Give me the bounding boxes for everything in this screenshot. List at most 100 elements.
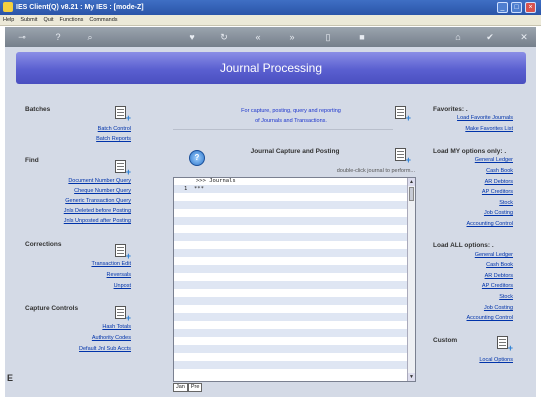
grid-scrollbar[interactable]: ▲ ▼ xyxy=(407,178,415,381)
close-window-button[interactable]: × xyxy=(525,2,536,13)
back-icon[interactable]: « xyxy=(251,31,265,43)
table-row[interactable] xyxy=(174,297,415,305)
table-row[interactable] xyxy=(174,193,415,201)
menu-bar: Help Submit Quit Functions Commands xyxy=(0,15,541,26)
table-row[interactable]: 1 *** xyxy=(174,185,415,193)
table-row[interactable] xyxy=(174,321,415,329)
link-document-number-query[interactable]: Document Number Query xyxy=(68,178,131,184)
link-all-stock[interactable]: Stock xyxy=(499,294,513,300)
info-journal-icon[interactable]: + xyxy=(393,105,411,123)
table-row[interactable] xyxy=(174,329,415,337)
table-row[interactable] xyxy=(174,345,415,353)
table-row[interactable] xyxy=(174,233,415,241)
tab-jan[interactable]: Jan xyxy=(173,383,188,392)
table-row[interactable] xyxy=(174,217,415,225)
refresh-icon[interactable]: ↻ xyxy=(217,31,231,43)
scroll-down-icon[interactable]: ▼ xyxy=(408,373,415,381)
link-hash-totals[interactable]: Hash Totals xyxy=(102,324,131,330)
link-my-general-ledger[interactable]: General Ledger xyxy=(475,157,513,163)
heart-icon[interactable]: ♥ xyxy=(185,31,199,43)
tab-pre[interactable]: Pre xyxy=(187,383,203,392)
link-make-favorites-list[interactable]: Make Favorites List xyxy=(465,126,513,132)
scroll-up-icon[interactable]: ▲ xyxy=(408,178,415,186)
batches-journal-icon[interactable]: + xyxy=(113,105,131,123)
capture-journal-icon[interactable]: + xyxy=(393,147,411,165)
home-icon[interactable]: ⌂ xyxy=(451,31,465,43)
table-row[interactable] xyxy=(174,305,415,313)
capture-hint: double-click journal to perform... xyxy=(336,168,415,174)
find-journal-icon[interactable]: + xyxy=(113,159,131,177)
check-icon[interactable]: ✔ xyxy=(483,31,497,43)
maximize-button[interactable]: □ xyxy=(511,2,522,13)
search-icon[interactable]: ⌕ xyxy=(83,31,97,43)
custom-journal-icon[interactable]: + xyxy=(495,335,513,353)
stop-icon[interactable]: ■ xyxy=(355,31,369,43)
window-title: IES Client(Q) v8.21 : My IES : [mode-Z] xyxy=(16,4,144,11)
table-row[interactable] xyxy=(174,257,415,265)
table-row[interactable] xyxy=(174,337,415,345)
info-line-1: For capture, posting, query and reportin… xyxy=(241,108,341,114)
link-my-ar-debtors[interactable]: AR Debtors xyxy=(485,179,513,185)
help-circle-icon[interactable]: ? xyxy=(189,150,205,166)
link-default-jnl-sub-accts[interactable]: Default Jnl Sub Accts xyxy=(79,346,131,352)
table-row[interactable] xyxy=(174,249,415,257)
scroll-thumb[interactable] xyxy=(409,187,414,201)
link-my-ap-creditors[interactable]: AP Creditors xyxy=(482,189,513,195)
table-row[interactable] xyxy=(174,201,415,209)
link-my-cash-book[interactable]: Cash Book xyxy=(486,168,513,174)
info-line-2: of Journals and Transactions. xyxy=(255,118,327,124)
table-row[interactable] xyxy=(174,289,415,297)
forward-icon[interactable]: » xyxy=(285,31,299,43)
link-batch-control[interactable]: Batch Control xyxy=(98,126,131,132)
link-all-cash-book[interactable]: Cash Book xyxy=(486,262,513,268)
journals-grid[interactable]: >>> Journals 1 *** ▲ ▼ xyxy=(173,177,416,382)
corrections-journal-icon[interactable]: + xyxy=(113,243,131,261)
close-icon[interactable]: ✕ xyxy=(517,31,531,43)
menu-commands[interactable]: Commands xyxy=(86,15,120,26)
help-icon[interactable]: ? xyxy=(51,31,65,43)
link-load-favorite-journals[interactable]: Load Favorite Journals xyxy=(457,115,513,121)
link-reversals[interactable]: Reversals xyxy=(107,272,131,278)
toolbar: ⊸ ? ⌕ ♥ ↻ « » ▯ ■ ⌂ ✔ ✕ xyxy=(5,27,536,47)
link-jnls-unposted[interactable]: Jnls Unposted after Posting xyxy=(64,218,131,224)
link-local-options[interactable]: Local Options xyxy=(479,357,513,363)
link-authority-codes[interactable]: Authority Codes xyxy=(92,335,131,341)
table-row[interactable] xyxy=(174,273,415,281)
link-transaction-edit[interactable]: Transaction Edit xyxy=(91,261,131,267)
link-my-stock[interactable]: Stock xyxy=(499,200,513,206)
table-row[interactable] xyxy=(174,313,415,321)
table-row[interactable] xyxy=(174,281,415,289)
table-row[interactable] xyxy=(174,241,415,249)
corrections-heading: Corrections xyxy=(25,241,62,248)
link-batch-reports[interactable]: Batch Reports xyxy=(96,136,131,142)
table-row[interactable] xyxy=(174,225,415,233)
favorites-heading: Favorites: . xyxy=(433,106,468,113)
grid-rows: 1 *** xyxy=(174,185,415,377)
capture-controls-journal-icon[interactable]: + xyxy=(113,305,131,323)
load-my-heading: Load MY options only: . xyxy=(433,148,507,155)
menu-quit[interactable]: Quit xyxy=(40,15,56,26)
link-generic-transaction-query[interactable]: Generic Transaction Query xyxy=(65,198,131,204)
table-row[interactable] xyxy=(174,361,415,369)
link-all-job-costing[interactable]: Job Costing xyxy=(484,305,513,311)
link-all-ar-debtors[interactable]: AR Debtors xyxy=(485,273,513,279)
batches-heading: Batches xyxy=(25,106,51,113)
menu-help[interactable]: Help xyxy=(0,15,17,26)
link-my-job-costing[interactable]: Job Costing xyxy=(484,210,513,216)
link-jnls-deleted[interactable]: Jnls Deleted before Posting xyxy=(64,208,131,214)
menu-submit[interactable]: Submit xyxy=(17,15,40,26)
link-cheque-number-query[interactable]: Cheque Number Query xyxy=(74,188,131,194)
link-unpost[interactable]: Unpost xyxy=(114,283,131,289)
link-all-ap-creditors[interactable]: AP Creditors xyxy=(482,283,513,289)
table-row[interactable] xyxy=(174,369,415,377)
table-row[interactable] xyxy=(174,209,415,217)
key-icon[interactable]: ⊸ xyxy=(11,31,33,43)
minimize-button[interactable]: _ xyxy=(497,2,508,13)
table-row[interactable] xyxy=(174,353,415,361)
file-icon[interactable]: ▯ xyxy=(321,31,335,43)
menu-functions[interactable]: Functions xyxy=(57,15,87,26)
table-row[interactable] xyxy=(174,265,415,273)
link-my-accounting-control[interactable]: Accounting Control xyxy=(467,221,513,227)
link-all-general-ledger[interactable]: General Ledger xyxy=(475,252,513,258)
link-all-accounting-control[interactable]: Accounting Control xyxy=(467,315,513,321)
